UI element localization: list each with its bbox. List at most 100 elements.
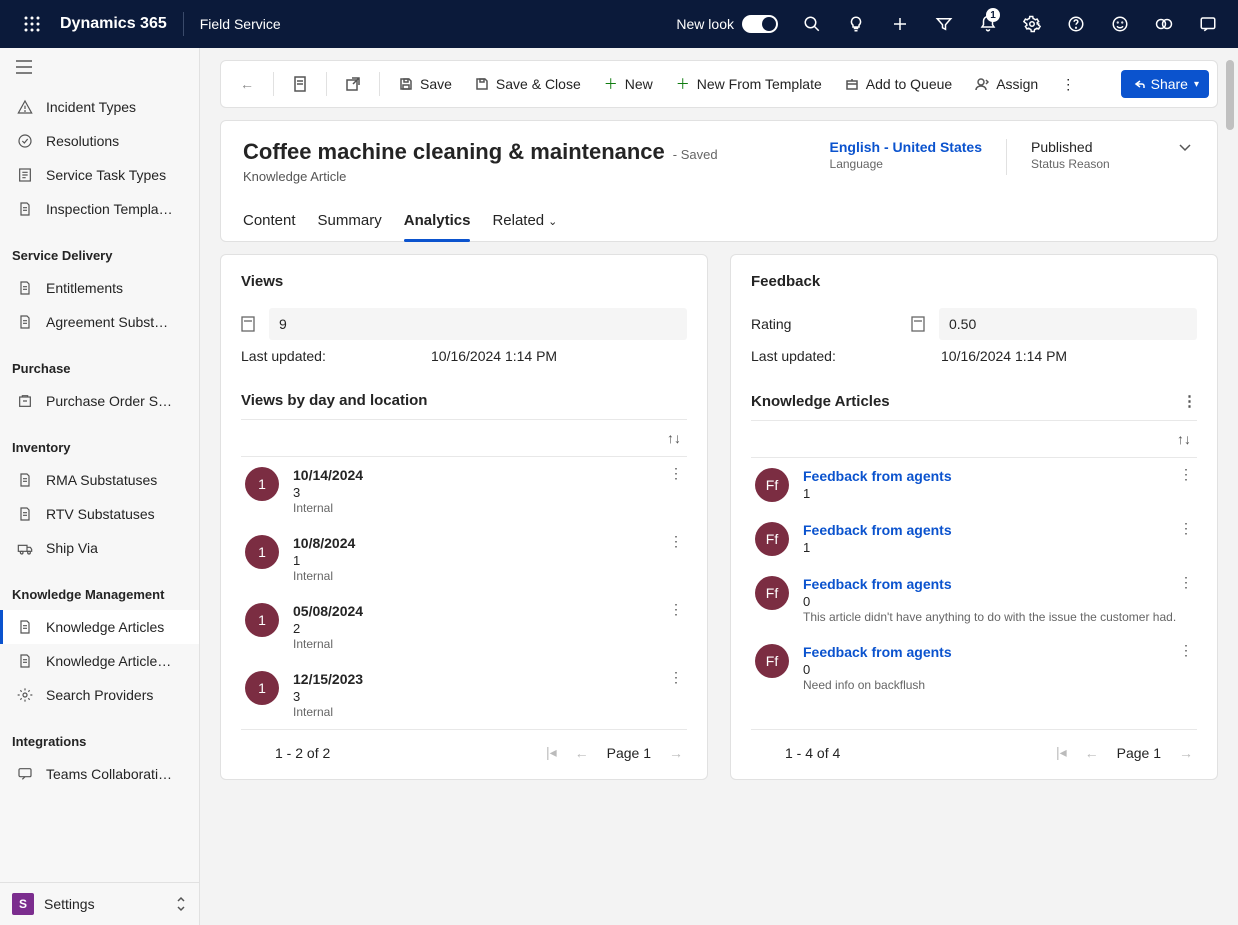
next-page-icon[interactable]: → [1179,745,1193,761]
nav-pre-group: Incident TypesResolutionsService Task Ty… [0,86,199,230]
nav-label: RTV Substatuses [46,506,155,522]
header-expand-icon[interactable] [1175,139,1195,153]
share-button[interactable]: Share ▾ [1121,70,1209,98]
row-count: 3 [293,689,363,704]
nav-item[interactable]: RTV Substatuses [0,497,199,531]
new-button[interactable]: ＋New [593,70,663,98]
nav-group: Service DeliveryEntitlementsAgreement Su… [0,230,199,343]
nav-item[interactable]: Resolutions [0,124,199,158]
nav-item[interactable]: Purchase Order S… [0,384,199,418]
sort-icon[interactable]: ↑↓ [1177,431,1191,447]
nav-label: Search Providers [46,687,153,703]
filter-icon[interactable] [922,0,966,48]
feedback-title-link[interactable]: Feedback from agents [803,644,952,660]
nav-item[interactable]: Inspection Templa… [0,192,199,226]
views-pager-page: Page 1 [607,745,651,761]
tab-summary[interactable]: Summary [318,202,382,241]
plus-icon[interactable] [878,0,922,48]
views-list: 1 10/14/2024 3 Internal ⋮ 1 10/8/2024 1 … [241,457,687,729]
row-more-icon[interactable]: ⋮ [1179,520,1193,537]
chat-panel-icon[interactable] [1186,0,1230,48]
brand-label[interactable]: Dynamics 365 [60,15,167,33]
nav-item[interactable]: Knowledge Article… [0,644,199,678]
notifications-icon[interactable]: 1 [966,0,1010,48]
assign-button[interactable]: Assign [964,70,1048,98]
nav-item[interactable]: Service Task Types [0,158,199,192]
face-icon[interactable] [1098,0,1142,48]
list-item[interactable]: 1 10/14/2024 3 Internal ⋮ [241,457,687,525]
search-icon[interactable] [790,0,834,48]
list-item[interactable]: 1 10/8/2024 1 Internal ⋮ [241,525,687,593]
list-item[interactable]: Ff Feedback from agents 0 Need info on b… [751,634,1197,702]
row-more-icon[interactable]: ⋮ [1179,574,1193,591]
row-more-icon[interactable]: ⋮ [669,465,683,482]
nav-group-title: Inventory [0,426,199,463]
command-bar: ← Save Save & Close ＋New ＋New From Templ… [220,60,1218,108]
views-count[interactable]: 9 [269,308,687,340]
ship-icon [16,539,34,557]
open-record-set-button[interactable] [282,70,318,98]
new-look-toggle[interactable]: New look [676,15,778,33]
lightbulb-icon[interactable] [834,0,878,48]
toggle-on-icon[interactable] [742,15,778,33]
nav-item[interactable]: Search Providers [0,678,199,712]
sidebar-toggle-icon[interactable] [0,48,199,86]
add-to-queue-button[interactable]: Add to Queue [834,70,962,98]
area-switcher[interactable]: S Settings [0,882,199,925]
tab-analytics[interactable]: Analytics [404,202,471,241]
list-item[interactable]: Ff Feedback from agents 0 This article d… [751,566,1197,634]
nav-item[interactable]: Agreement Subst… [0,305,199,339]
sort-icon[interactable]: ↑↓ [667,430,681,446]
nav-item[interactable]: Knowledge Articles [0,610,199,644]
list-item[interactable]: Ff Feedback from agents 1 ⋮ [751,458,1197,512]
list-item[interactable]: Ff Feedback from agents 1 ⋮ [751,512,1197,566]
new-from-template-button[interactable]: ＋New From Template [665,70,832,98]
section-more-icon[interactable]: ⋮ [1182,392,1197,410]
save-button[interactable]: Save [388,70,462,98]
nav-label: Entitlements [46,280,123,296]
row-more-icon[interactable]: ⋮ [669,669,683,686]
form-header: Coffee machine cleaning & maintenance - … [220,120,1218,242]
prev-page-icon[interactable]: ← [1085,745,1099,761]
nav-item[interactable]: Teams Collaborati… [0,757,199,791]
first-page-icon[interactable]: |◂ [1056,744,1067,761]
popout-button[interactable] [335,70,371,98]
overflow-button[interactable]: ⋮ [1050,70,1086,98]
prev-page-icon[interactable]: ← [575,745,589,761]
help-icon[interactable] [1054,0,1098,48]
next-page-icon[interactable]: → [669,745,683,761]
tab-related[interactable]: Related⌄ [492,202,557,241]
list-item[interactable]: 1 05/08/2024 2 Internal ⋮ [241,593,687,661]
app-name[interactable]: Field Service [200,16,281,32]
tab-content[interactable]: Content [243,202,296,241]
nav-item[interactable]: Entitlements [0,271,199,305]
header-language[interactable]: English - United States Language [830,139,982,171]
page-title: Coffee machine cleaning & maintenance [243,139,665,165]
feedback-title-link[interactable]: Feedback from agents [803,522,952,538]
feedback-title-link[interactable]: Feedback from agents [803,576,1176,592]
nav-group: Knowledge ManagementKnowledge ArticlesKn… [0,569,199,716]
nav-item[interactable]: Incident Types [0,90,199,124]
nav-item[interactable]: RMA Substatuses [0,463,199,497]
form-tabs: Content Summary Analytics Related⌄ [243,202,1195,241]
row-date: 12/15/2023 [293,671,363,687]
back-button[interactable]: ← [229,70,265,98]
feedback-title-link[interactable]: Feedback from agents [803,468,952,484]
app-launcher-icon[interactable] [8,0,56,48]
row-more-icon[interactable]: ⋮ [1179,642,1193,659]
row-more-icon[interactable]: ⋮ [669,533,683,550]
row-more-icon[interactable]: ⋮ [1179,466,1193,483]
notification-badge: 1 [986,8,1000,22]
header-status[interactable]: Published Status Reason [1031,139,1151,171]
views-section-title: Views by day and location [241,392,427,409]
save-close-button[interactable]: Save & Close [464,70,591,98]
gear-icon[interactable] [1010,0,1054,48]
diamond-icon[interactable] [1142,0,1186,48]
rating-value[interactable]: 0.50 [939,308,1197,340]
first-page-icon[interactable]: |◂ [546,744,557,761]
row-location: Internal [293,705,363,719]
list-item[interactable]: 1 12/15/2023 3 Internal ⋮ [241,661,687,729]
row-more-icon[interactable]: ⋮ [669,601,683,618]
scrollbar[interactable] [1226,60,1234,130]
nav-item[interactable]: Ship Via [0,531,199,565]
